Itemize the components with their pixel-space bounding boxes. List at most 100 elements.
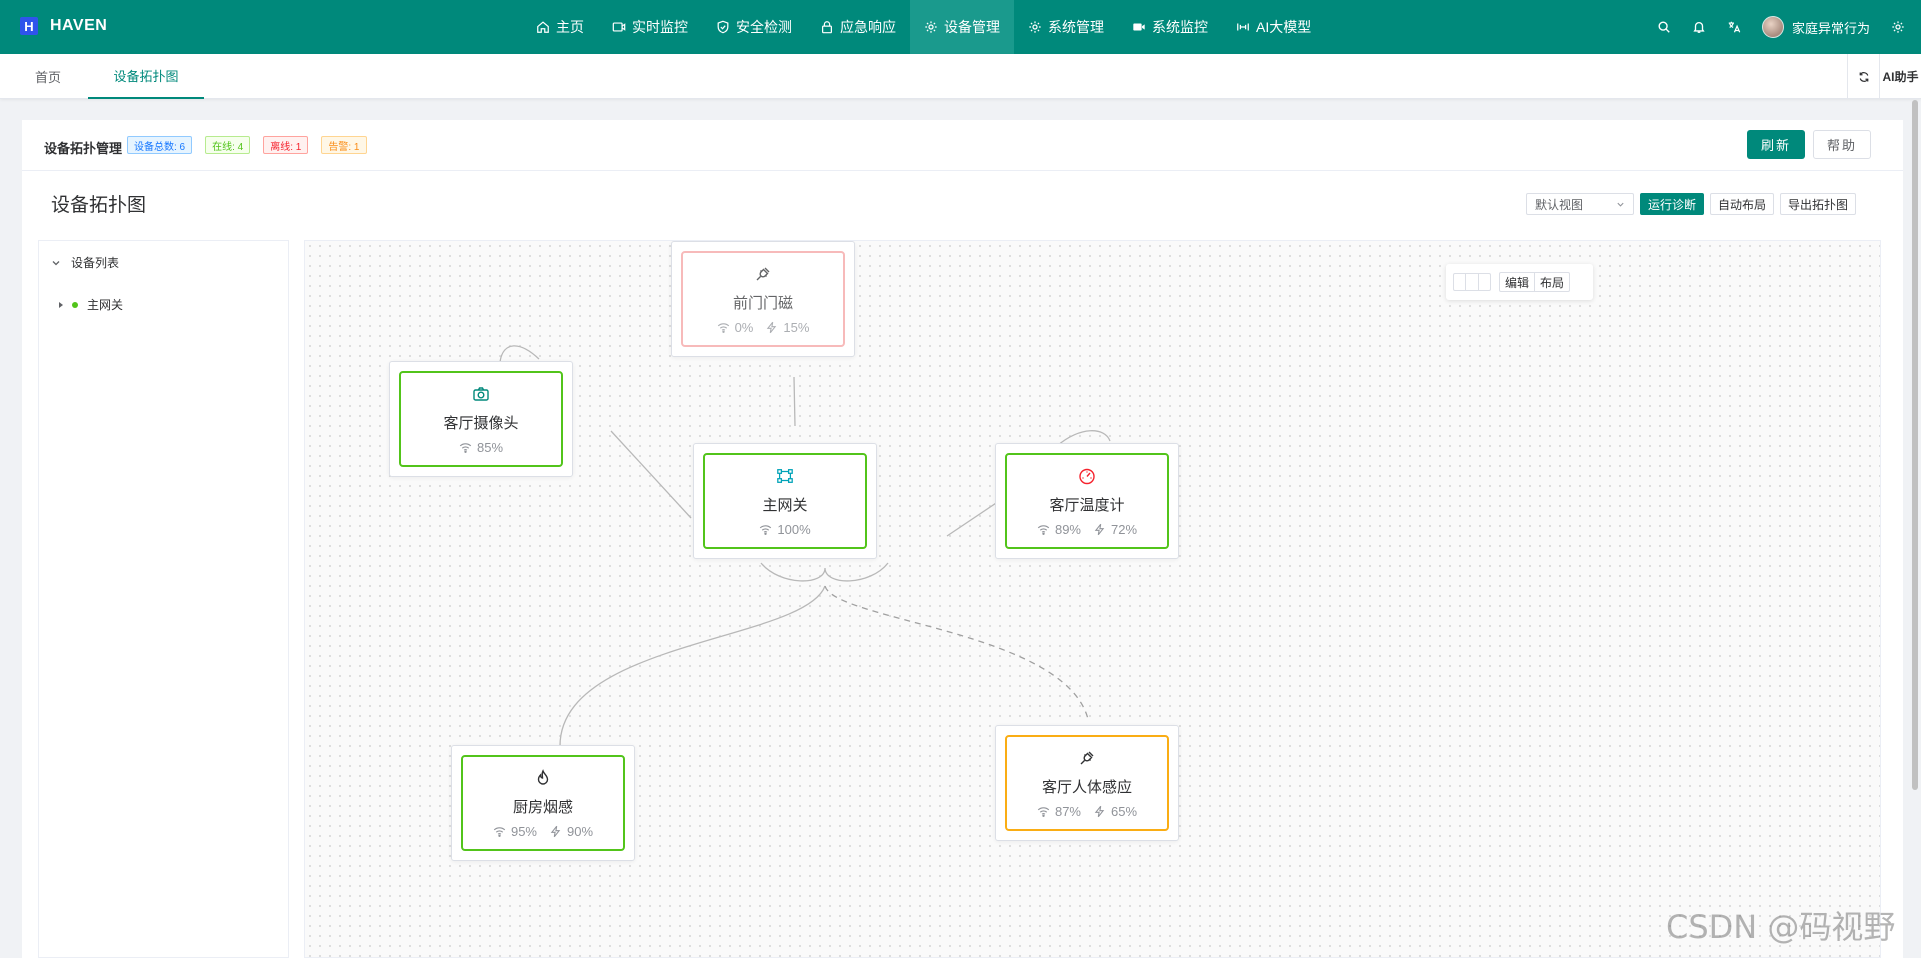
- lightning-icon: [550, 825, 561, 838]
- gateway-icon: [776, 467, 794, 485]
- nav-item-security-check[interactable]: 安全检测: [702, 0, 806, 54]
- nav-item-label: 安全检测: [736, 19, 792, 35]
- device-stats: 100%: [759, 522, 811, 537]
- signal-value: 0%: [734, 320, 754, 335]
- ai-icon: [1237, 23, 1249, 31]
- edge-gateway-loop: [760, 562, 889, 582]
- device-node-living-room-motion[interactable]: 客厅人体感应 87% 65%: [995, 725, 1179, 841]
- device-card: 客厅温度计 89% 72%: [1005, 453, 1169, 549]
- translate-icon[interactable]: [1727, 20, 1742, 35]
- page-title: 设备拓扑管理: [44, 141, 123, 156]
- caret-right-icon[interactable]: [59, 301, 63, 308]
- online-status-dot: [72, 301, 78, 308]
- ai-assistant-button[interactable]: AI助手: [1879, 54, 1921, 99]
- topology-toolbar: 默认视图 运行诊断 自动布局 导出拓扑图: [1526, 193, 1857, 215]
- device-stats: 0% 15%: [717, 320, 809, 335]
- device-stats: 87% 65%: [1037, 804, 1137, 819]
- signal-value: 87%: [1054, 804, 1081, 819]
- offline-badge: 离线: 1: [263, 136, 309, 154]
- mini-button-group: 编辑 布局: [1499, 272, 1571, 292]
- settings-gear-icon[interactable]: [1890, 20, 1905, 35]
- view-mode-toggle[interactable]: [1453, 273, 1491, 291]
- top-right-actions: 家庭异常行为: [1657, 0, 1921, 54]
- user-name: 家庭异常行为: [1791, 20, 1870, 36]
- device-list-toggle[interactable]: 设备列表: [51, 254, 119, 271]
- device-card: 主网关 100%: [703, 453, 867, 549]
- plug-icon: [754, 265, 772, 283]
- wifi-icon: [459, 443, 472, 454]
- edit-button[interactable]: 编辑: [1500, 273, 1534, 291]
- canvas-mini-toolbar: 编辑 布局: [1446, 264, 1593, 300]
- nav-item-realtime-monitor[interactable]: 实时监控: [598, 0, 702, 54]
- device-tree: 设备列表 主网关: [38, 240, 289, 958]
- device-node-living-room-camera[interactable]: 客厅摄像头 85%: [389, 361, 573, 477]
- app-name: HAVEN: [50, 17, 108, 34]
- device-node-kitchen-smoke[interactable]: 厨房烟感 95% 90%: [451, 745, 635, 861]
- export-topology-button[interactable]: 导出拓扑图: [1780, 193, 1857, 215]
- nav-item-system-monitor[interactable]: 系统监控: [1118, 0, 1222, 54]
- device-name: 客厅人体感应: [1041, 779, 1132, 796]
- device-card: 前门门磁 0% 15%: [681, 251, 845, 347]
- card-header: 设备拓扑管理 设备总数: 6 在线: 4 离线: 1 告警: 1 刷新 帮助: [22, 120, 1903, 171]
- home-icon: [537, 21, 549, 33]
- topology-title: 设备拓扑图: [51, 195, 147, 216]
- refresh-tabs-button[interactable]: [1847, 54, 1879, 99]
- status-tags: 设备总数: 6 在线: 4 离线: 1 告警: 1: [127, 136, 367, 154]
- nav-item-device-management[interactable]: 设备管理: [910, 0, 1014, 54]
- alarm-badge: 告警: 1: [321, 136, 367, 154]
- edge-smoke-gateway: [559, 585, 826, 747]
- signal-value: 100%: [777, 522, 811, 537]
- lightning-icon: [1094, 805, 1105, 818]
- signal-value: 85%: [476, 440, 504, 455]
- nav-item-label: AI大模型: [1256, 19, 1312, 35]
- edge-camera-loop: [499, 345, 540, 363]
- nav-item-label: 实时监控: [632, 19, 688, 35]
- nav-item-system-management[interactable]: 系统管理: [1014, 0, 1118, 54]
- device-node-living-room-thermometer[interactable]: 客厅温度计 89% 72%: [995, 443, 1179, 559]
- plug-icon: [1078, 749, 1096, 767]
- main-nav: 主页 实时监控 安全检测 应急响应 设备管理 系统管理 系统监控 AI大模型: [522, 0, 1325, 54]
- page-scrollbar[interactable]: [1912, 100, 1918, 790]
- battery-value: 90%: [567, 824, 594, 839]
- edge-camera-gateway: [610, 430, 692, 519]
- camera-icon: [1133, 23, 1145, 31]
- user-menu[interactable]: 家庭异常行为: [1761, 16, 1870, 38]
- device-stats: 95% 90%: [493, 824, 593, 839]
- device-name: 客厅温度计: [1049, 497, 1125, 514]
- device-list-label: 设备列表: [71, 256, 120, 270]
- nav-item-emergency-response[interactable]: 应急响应: [806, 0, 910, 54]
- topology-canvas[interactable]: 前门门磁 0% 15% 客厅摄像头 85% 主网关 100% 客厅温度计 89%…: [304, 240, 1881, 958]
- layout-button[interactable]: 布局: [1534, 273, 1569, 291]
- avatar: [1761, 16, 1784, 38]
- wifi-icon: [1037, 807, 1050, 818]
- device-card: 客厅摄像头 85%: [399, 371, 563, 467]
- view-select[interactable]: 默认视图: [1526, 193, 1634, 215]
- nav-item-label: 应急响应: [840, 19, 896, 35]
- nav-item-ai-model[interactable]: AI大模型: [1222, 0, 1325, 54]
- search-icon[interactable]: [1657, 20, 1672, 35]
- wifi-icon: [717, 323, 729, 334]
- device-node-front-door[interactable]: 前门门磁 0% 15%: [671, 241, 855, 357]
- edge-motion-gateway: [824, 585, 1089, 720]
- tab-device-topology[interactable]: 设备拓扑图: [88, 54, 204, 99]
- nav-item-label: 系统监控: [1152, 19, 1208, 35]
- auto-layout-button[interactable]: 自动布局: [1710, 193, 1775, 215]
- device-node-main-gateway[interactable]: 主网关 100%: [693, 443, 877, 559]
- help-button[interactable]: 帮助: [1813, 130, 1871, 159]
- gear-icon: [1029, 21, 1041, 33]
- device-name: 前门门磁: [732, 295, 793, 312]
- device-card: 客厅人体感应 87% 65%: [1005, 735, 1169, 831]
- video-icon: [612, 22, 626, 32]
- brand[interactable]: H HAVEN: [20, 17, 107, 35]
- lightning-icon: [767, 321, 777, 334]
- nav-item-home[interactable]: 主页: [522, 0, 598, 54]
- camera-icon: [472, 385, 490, 403]
- bell-icon[interactable]: [1692, 20, 1707, 35]
- device-stats: 89% 72%: [1037, 522, 1137, 537]
- battery-value: 65%: [1111, 804, 1138, 819]
- run-diagnosis-button[interactable]: 运行诊断: [1640, 193, 1705, 215]
- tree-node-gateway[interactable]: 主网关: [59, 296, 123, 313]
- tab-home[interactable]: 首页: [35, 54, 61, 99]
- device-name: 主网关: [762, 497, 808, 514]
- refresh-button[interactable]: 刷新: [1747, 130, 1805, 159]
